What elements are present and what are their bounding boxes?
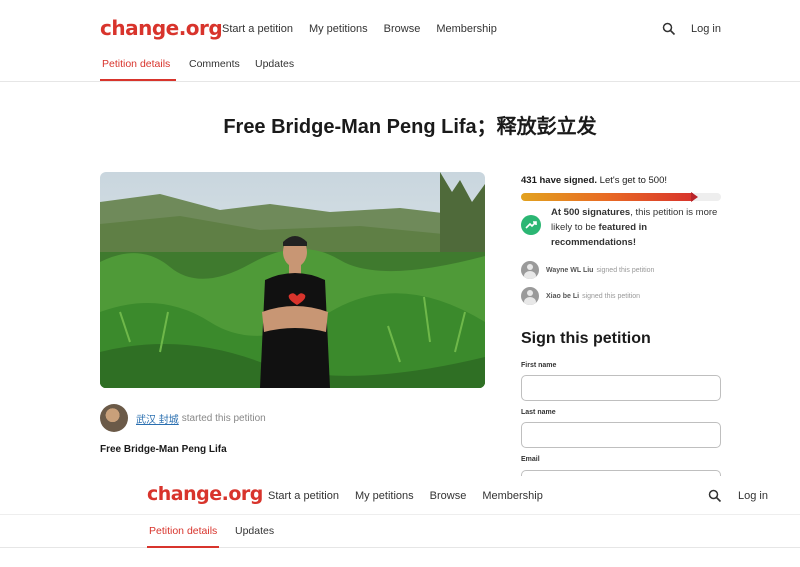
signer-action: signed this petition xyxy=(596,266,655,274)
petition-starter: 武汉 封城 started this petition xyxy=(100,404,266,432)
login-link[interactable]: Log in xyxy=(738,490,768,502)
avatar[interactable] xyxy=(100,404,128,432)
signature-goal-text: Let's get to 500! xyxy=(597,175,667,186)
nav-browse[interactable]: Browse xyxy=(384,23,421,35)
active-tab-underline xyxy=(100,79,176,81)
site-header: change.org Start a petition My petitions… xyxy=(0,10,800,48)
nav-browse[interactable]: Browse xyxy=(430,490,467,502)
tab-comments[interactable]: Comments xyxy=(189,58,240,70)
first-name-field[interactable] xyxy=(521,375,721,401)
signer-name: Wayne WL Liu xyxy=(546,266,594,274)
avatar xyxy=(521,261,539,279)
active-tab-underline xyxy=(147,546,219,548)
change-org-logo[interactable]: change.org xyxy=(147,483,263,505)
petition-subnav: Petition details Comments Updates xyxy=(0,48,800,82)
petition-title: Free Bridge-Man Peng Lifa；释放彭立发 xyxy=(223,116,597,138)
search-icon[interactable] xyxy=(662,22,676,36)
recent-signer: Xiao be Li signed this petition xyxy=(521,287,640,305)
signer-name: Xiao be Li xyxy=(546,292,580,300)
tab-petition-details[interactable]: Petition details xyxy=(149,525,217,537)
main-nav: Start a petition My petitions Browse Mem… xyxy=(222,23,513,35)
nav-my-petitions[interactable]: My petitions xyxy=(309,23,368,35)
progress-fill xyxy=(521,193,694,201)
nav-membership[interactable]: Membership xyxy=(482,490,543,502)
petition-subnav: Petition details Updates xyxy=(0,514,800,548)
last-name-field[interactable] xyxy=(521,422,721,448)
nav-start-petition[interactable]: Start a petition xyxy=(222,23,293,35)
sign-petition-heading: Sign this petition xyxy=(521,330,651,347)
main-nav: Start a petition My petitions Browse Mem… xyxy=(268,490,559,502)
petition-body-heading: Free Bridge-Man Peng Lifa xyxy=(100,444,227,455)
first-name-label: First name xyxy=(521,362,557,369)
signature-count: 431 have signed. Let's get to 500! xyxy=(521,175,667,186)
second-screenshot: change.org Start a petition My petitions… xyxy=(0,476,800,567)
petition-photo xyxy=(100,172,485,388)
tab-updates[interactable]: Updates xyxy=(255,58,294,70)
signer-action: signed this petition xyxy=(582,292,641,300)
search-icon[interactable] xyxy=(708,489,722,503)
milestone-bold-1: At 500 signatures xyxy=(551,207,631,218)
starter-caption: started this petition xyxy=(181,412,266,424)
nav-start-petition[interactable]: Start a petition xyxy=(268,490,339,502)
trending-up-icon xyxy=(521,215,541,235)
progress-marker xyxy=(691,192,699,202)
tab-petition-details[interactable]: Petition details xyxy=(102,58,170,70)
nav-my-petitions[interactable]: My petitions xyxy=(355,490,414,502)
nav-membership[interactable]: Membership xyxy=(436,23,497,35)
recent-signer: Wayne WL Liu signed this petition xyxy=(521,261,654,279)
login-link[interactable]: Log in xyxy=(691,23,721,35)
change-org-logo[interactable]: change.org xyxy=(100,16,223,40)
starter-name-link[interactable]: 武汉 封城 xyxy=(136,411,179,426)
avatar xyxy=(521,287,539,305)
last-name-label: Last name xyxy=(521,409,556,416)
signature-count-bold: 431 have signed. xyxy=(521,175,598,186)
email-label: Email xyxy=(521,456,540,463)
tab-updates[interactable]: Updates xyxy=(235,525,274,537)
milestone-callout: At 500 signatures, this petition is more… xyxy=(521,205,723,250)
milestone-text: At 500 signatures, this petition is more… xyxy=(551,205,723,250)
